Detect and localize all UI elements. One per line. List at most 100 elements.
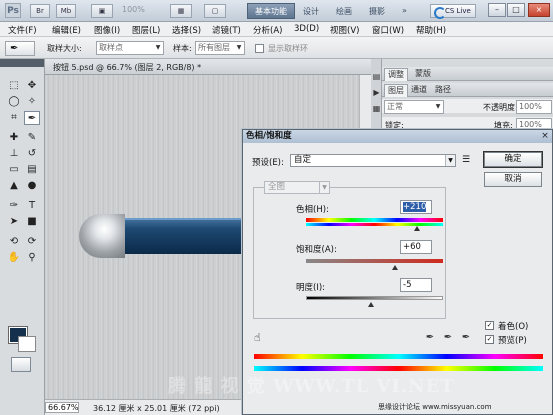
document-tab[interactable]: 按钮 5.psd @ 66.7% (图层 2, RGB/8) * [45, 59, 371, 75]
lasso-tool-icon[interactable]: ◯ [6, 95, 22, 109]
preset-label: 预设(E): [252, 158, 284, 168]
3d-rotate-tool-icon[interactable]: ⟲ [6, 235, 22, 249]
background-color-swatch[interactable] [18, 336, 36, 352]
menu-3d[interactable]: 3D(D) [294, 24, 319, 34]
bridge-button[interactable]: Br [30, 4, 50, 18]
mini-bridge-button[interactable]: Mb [56, 4, 76, 18]
marquee-tool-icon[interactable]: ⬚ [6, 79, 22, 93]
menu-filter[interactable]: 滤镜(T) [212, 24, 241, 36]
view-extras-button[interactable]: ▣ [91, 4, 113, 18]
eyedropper-tool-icon[interactable]: ✒ [24, 111, 40, 125]
show-sampling-ring-checkbox[interactable] [255, 44, 264, 53]
workspace-more[interactable]: » [402, 6, 407, 15]
dialog-close-icon[interactable]: × [540, 131, 550, 141]
cs-live-button[interactable]: CS Live [430, 4, 476, 19]
sample-layers-select[interactable]: 所有图层 ▼ [195, 41, 245, 55]
ok-button[interactable]: 确定 [483, 151, 543, 168]
hue-value: +210 [403, 202, 427, 212]
watermark-credit: 思缘设计论坛 www.missyuan.com [378, 403, 492, 411]
tab-masks[interactable]: 蒙版 [412, 68, 434, 81]
document-tab-label: 按钮 5.psd @ 66.7% (图层 2, RGB/8) * [53, 63, 202, 72]
blur-tool-icon[interactable]: ▲ [6, 179, 22, 193]
opacity-field[interactable]: 100% [516, 100, 552, 114]
menu-file[interactable]: 文件(F) [8, 24, 37, 36]
screen-mode-button[interactable]: ▢ [204, 4, 226, 18]
sample-size-select[interactable]: 取样点 ▼ [96, 41, 164, 55]
dodge-tool-icon[interactable]: ● [24, 179, 40, 193]
shape-tool-icon[interactable]: ■ [24, 215, 40, 229]
blend-mode-value: 正常 [387, 102, 403, 111]
move-tool-icon[interactable]: ✥ [24, 79, 40, 93]
cancel-button[interactable]: 取消 [484, 172, 542, 187]
maximize-button[interactable]: □ [507, 3, 525, 17]
tab-layers[interactable]: 图层 [384, 84, 408, 97]
eyedropper-icon[interactable]: ✒ [424, 332, 436, 344]
menu-help[interactable]: 帮助(H) [416, 24, 446, 36]
history-brush-tool-icon[interactable]: ↺ [24, 147, 40, 161]
history-panel-icon[interactable]: ▤ [371, 71, 382, 82]
lightness-gradient [306, 296, 443, 300]
gradient-tool-icon[interactable]: ▤ [24, 163, 40, 177]
quick-select-tool-icon[interactable]: ✧ [24, 95, 40, 109]
healing-brush-tool-icon[interactable]: ✚ [6, 131, 22, 145]
channel-select[interactable]: 全图 ▼ [264, 181, 330, 194]
close-button[interactable]: × [528, 3, 550, 17]
hue-slider-thumb[interactable] [413, 226, 420, 231]
arrange-documents-button[interactable]: ▦ [170, 4, 192, 18]
lightness-field[interactable]: -5 [400, 278, 432, 292]
photoshop-logo: Ps [5, 3, 21, 18]
tab-adjustments[interactable]: 调整 [384, 68, 408, 81]
menu-layer[interactable]: 图层(L) [132, 24, 160, 36]
blend-mode-select[interactable]: 正常 ▼ [384, 100, 444, 114]
tab-paths[interactable]: 路径 [432, 84, 454, 97]
preset-options-icon[interactable]: ☰ [462, 155, 470, 165]
3d-orbit-tool-icon[interactable]: ⟳ [24, 235, 40, 249]
hand-tool-icon[interactable]: ✋ [6, 251, 22, 265]
hue-gradient-shifted [306, 223, 443, 226]
type-tool-icon[interactable]: T [24, 199, 40, 213]
eraser-tool-icon[interactable]: ▭ [6, 163, 22, 177]
zoom-tool-icon[interactable]: ⚲ [24, 251, 40, 265]
clone-stamp-tool-icon[interactable]: ⊥ [6, 147, 22, 161]
sample-layers-value: 所有图层 [198, 43, 230, 52]
colorize-label: 着色(O) [498, 322, 529, 332]
menu-image[interactable]: 图像(I) [94, 24, 120, 36]
tab-channels[interactable]: 通道 [408, 84, 430, 97]
lightness-slider-thumb[interactable] [368, 302, 375, 307]
blend-opacity-row: 正常 ▼ 不透明度: 100% [382, 99, 553, 114]
swatches-panel-icon[interactable]: ▦ [371, 103, 382, 114]
workspace-photography[interactable]: 摄影 [369, 6, 385, 17]
menu-analysis[interactable]: 分析(A) [253, 24, 282, 36]
targeted-adjustment-hand-icon[interactable]: ☝ [254, 331, 261, 344]
menu-edit[interactable]: 编辑(E) [52, 24, 81, 36]
brush-tool-icon[interactable]: ✎ [24, 131, 40, 145]
eyedropper-subtract-icon[interactable]: ✒ [460, 332, 472, 344]
adjustment-group: 全图 ▼ 色相(H): +210 饱和度(A): +60 明度(I): -5 [253, 181, 446, 319]
saturation-field[interactable]: +60 [400, 240, 432, 254]
pen-tool-icon[interactable]: ✑ [6, 199, 22, 213]
crop-tool-icon[interactable]: ⌗ [6, 111, 22, 125]
menu-select[interactable]: 选择(S) [172, 24, 201, 36]
zoom-level[interactable]: 100% [122, 5, 145, 14]
menu-view[interactable]: 视图(V) [330, 24, 359, 36]
workspace-design[interactable]: 设计 [303, 6, 319, 17]
workspace-painting[interactable]: 绘画 [336, 6, 352, 17]
path-selection-tool-icon[interactable]: ➤ [6, 215, 22, 229]
workspace-essentials-button[interactable]: 基本功能 [247, 3, 295, 19]
chevron-down-icon: ▼ [319, 182, 329, 193]
tools-panel-header[interactable] [0, 59, 44, 67]
preview-checkbox[interactable]: ✓ [485, 335, 494, 344]
tools-panel: ⬚ ✥ ◯ ✧ ⌗ ✒ ✚ ✎ ⊥ ↺ ▭ ▤ ▲ ● ✑ T ➤ ■ ⟲ ⟳ … [0, 59, 45, 415]
menu-window[interactable]: 窗口(W) [372, 24, 404, 36]
preset-select[interactable]: 自定 ▼ [290, 154, 456, 167]
status-zoom-field[interactable]: 66.67% [45, 402, 79, 413]
eyedropper-add-icon[interactable]: ✒ [442, 332, 454, 344]
tool-preset-picker[interactable]: ✒ [5, 41, 35, 56]
opacity-label: 不透明度: [483, 103, 518, 112]
quick-mask-button[interactable] [11, 357, 31, 372]
actions-panel-icon[interactable]: ▶ [371, 87, 382, 98]
minimize-button[interactable]: – [488, 3, 506, 17]
hue-field[interactable]: +210 [400, 200, 432, 214]
colorize-checkbox[interactable]: ✓ [485, 321, 494, 330]
saturation-slider-thumb[interactable] [392, 265, 399, 270]
